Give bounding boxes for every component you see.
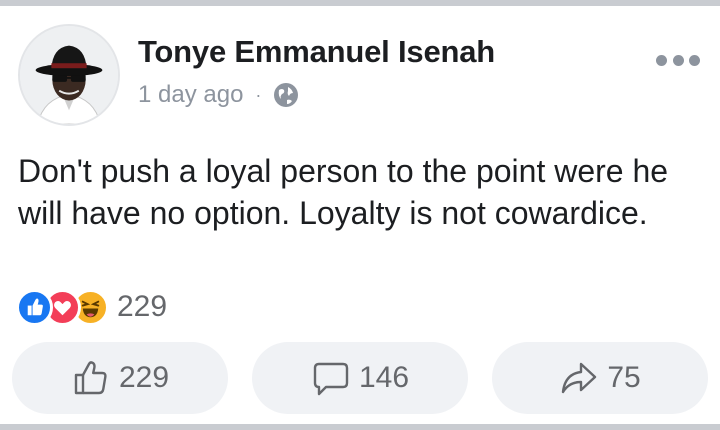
- bottom-divider: [0, 424, 720, 430]
- more-dot: [689, 54, 700, 66]
- share-arrow-icon: [562, 362, 597, 394]
- like-reaction-icon: [16, 288, 53, 326]
- meta-separator: ·: [255, 84, 262, 105]
- post-meta: 1 day ago ·: [138, 80, 299, 110]
- top-divider: [0, 0, 720, 6]
- author-name[interactable]: Tonye Emmanuel Isenah: [138, 34, 495, 70]
- more-dot: [672, 54, 684, 66]
- share-button[interactable]: 75: [492, 342, 708, 414]
- post-timestamp[interactable]: 1 day ago: [138, 81, 243, 109]
- share-count: 75: [607, 361, 641, 394]
- post-text: Don't push a loyal person to the point w…: [18, 153, 669, 231]
- like-count: 229: [118, 361, 170, 394]
- avatar-portrait-icon: [20, 26, 118, 124]
- comment-button[interactable]: 146: [252, 342, 468, 414]
- post-action-bar: 229 146 75: [12, 342, 708, 414]
- more-options-icon[interactable]: [656, 50, 700, 70]
- thumbs-up-icon: [74, 361, 107, 395]
- comment-count: 146: [358, 361, 410, 394]
- comment-bubble-icon: [313, 362, 349, 396]
- more-dot: [656, 54, 667, 66]
- author-avatar[interactable]: [18, 24, 120, 126]
- globe-icon: [273, 82, 299, 108]
- reaction-count: 229: [117, 290, 168, 323]
- like-button[interactable]: 229: [12, 342, 228, 414]
- reaction-summary[interactable]: 229: [16, 287, 167, 327]
